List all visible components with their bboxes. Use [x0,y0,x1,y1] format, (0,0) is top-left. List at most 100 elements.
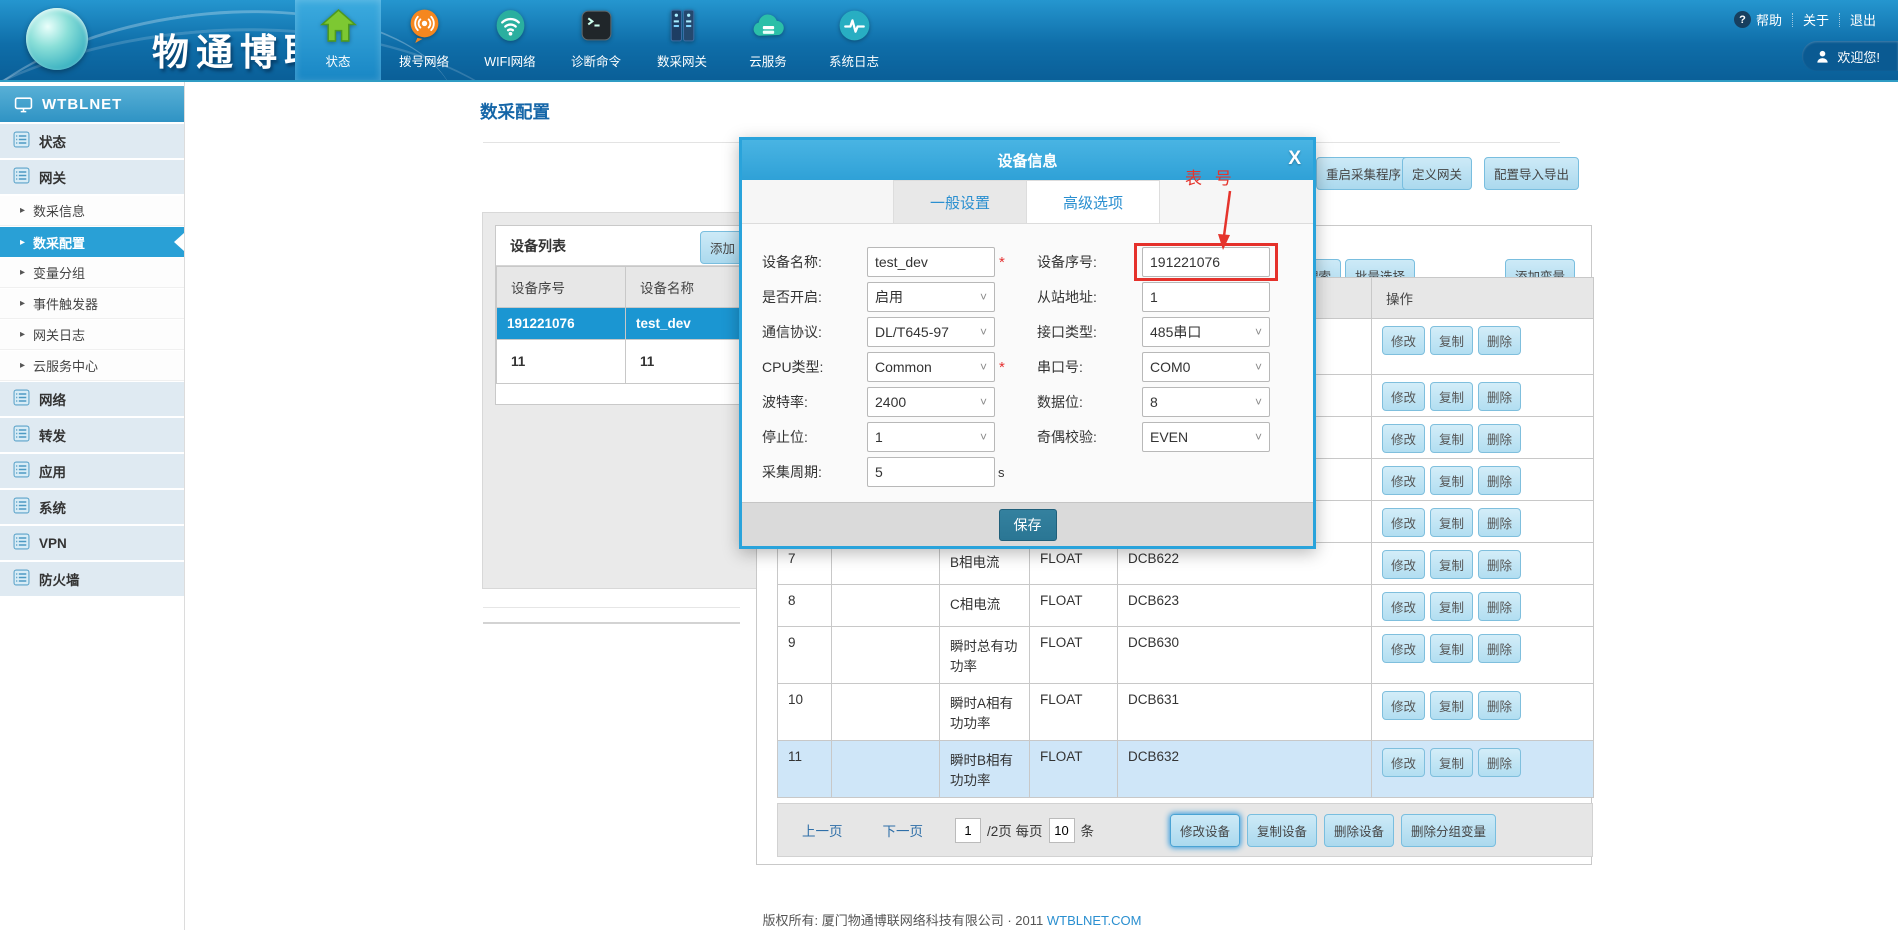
nav-tab-syslog[interactable]: 系统日志 [811,0,897,82]
variable-cell-type: FLOAT [1030,741,1118,798]
edit-device-button[interactable]: 修改设备 [1170,814,1240,847]
sidebar-subitem-变量分组[interactable]: ▸变量分组 [0,258,184,288]
nav-tab-gateway[interactable]: 数采网关 [639,0,725,82]
page-number-input[interactable] [955,818,981,843]
field-select[interactable]: 2400˅ [867,387,995,417]
copy-device-button[interactable]: 复制设备 [1247,814,1317,847]
sidebar-subitem-label: 网关日志 [33,325,85,344]
sidebar-subitem-数采配置[interactable]: ▸数采配置 [0,227,184,257]
field-select[interactable]: Common˅ [867,352,995,382]
variable-cell-blank [832,684,940,741]
unit-suffix: s [998,465,1005,480]
table-row[interactable]: 10瞬时A相有功功率FLOATDCB631修改复制删除 [778,684,1594,741]
nav-tab-label: 诊断命令 [553,51,639,70]
sidebar-subitem-数采信息[interactable]: ▸数采信息 [0,196,184,226]
sidebar-item-应用[interactable]: 应用 [0,454,184,488]
field-select[interactable]: 8˅ [1142,387,1270,417]
sidebar-subitem-网关日志[interactable]: ▸网关日志 [0,320,184,350]
sidebar-item-网络[interactable]: 网络 [0,382,184,416]
nav-tab-cloud[interactable]: 云服务 [725,0,811,82]
copy-row-button[interactable]: 复制 [1430,550,1473,579]
sidebar-item-网关[interactable]: 网关 [0,160,184,194]
edit-row-button[interactable]: 修改 [1382,382,1425,411]
wtblnet-link[interactable]: WTBLNET.COM [1047,913,1142,928]
edit-row-button[interactable]: 修改 [1382,508,1425,537]
copy-row-button[interactable]: 复制 [1430,466,1473,495]
nav-tab-diagnose[interactable]: 诊断命令 [553,0,639,82]
copy-row-button[interactable]: 复制 [1430,382,1473,411]
field-select[interactable]: 485串口˅ [1142,317,1270,347]
triangle-icon: ▸ [20,298,25,309]
edit-row-button[interactable]: 修改 [1382,326,1425,355]
field-input[interactable]: 5 [867,457,995,487]
edit-row-button[interactable]: 修改 [1382,592,1425,621]
save-button[interactable]: 保存 [999,509,1057,541]
footer: 版权所有: 厦门物通博联网络科技有限公司 · 2011 WTBLNET.COM [482,910,1422,929]
field-label: 波特率: [762,392,867,412]
field-select[interactable]: 启用˅ [867,282,995,312]
edit-row-button[interactable]: 修改 [1382,634,1425,663]
edit-row-button[interactable]: 修改 [1382,424,1425,453]
copy-row-button[interactable]: 复制 [1430,424,1473,453]
close-icon[interactable]: X [1288,148,1301,170]
sidebar-item-VPN[interactable]: VPN [0,526,184,560]
field-select[interactable]: COM0˅ [1142,352,1270,382]
sidebar-item-防火墙[interactable]: 防火墙 [0,562,184,596]
prev-page-link[interactable]: 上一页 [802,820,843,840]
row-actions: 修改复制删除 [1372,684,1594,741]
field-select[interactable]: EVEN˅ [1142,422,1270,452]
delete-row-button[interactable]: 删除 [1478,382,1521,411]
logout-link[interactable]: 退出 [1840,10,1886,29]
edit-row-button[interactable]: 修改 [1382,550,1425,579]
copy-row-button[interactable]: 复制 [1430,326,1473,355]
copy-row-button[interactable]: 复制 [1430,634,1473,663]
config-import-export-button[interactable]: 配置导入导出 [1484,157,1579,190]
delete-row-button[interactable]: 删除 [1478,466,1521,495]
copy-row-button[interactable]: 复制 [1430,508,1473,537]
page-size-input[interactable] [1049,818,1075,843]
delete-row-button[interactable]: 删除 [1478,508,1521,537]
delete-row-button[interactable]: 删除 [1478,748,1521,777]
sidebar-item-转发[interactable]: 转发 [0,418,184,452]
help-link[interactable]: ? 帮助 [1724,10,1792,29]
delete-row-button[interactable]: 删除 [1478,691,1521,720]
field-select[interactable]: DL/T645-97˅ [867,317,995,347]
nav-tab-wifi[interactable]: WIFI网络 [467,0,553,82]
copy-row-button[interactable]: 复制 [1430,592,1473,621]
delete-row-button[interactable]: 删除 [1478,424,1521,453]
sidebar-item-系统[interactable]: 系统 [0,490,184,524]
welcome-user-button[interactable]: 欢迎您! [1802,41,1898,71]
tab-advanced-options[interactable]: 高级选项 [1026,180,1160,223]
nav-tab-status[interactable]: 状态 [295,0,381,82]
field-input[interactable]: 1 [1142,282,1270,312]
variable-cell-addr: DCB632 [1118,741,1372,798]
field-select[interactable]: 1˅ [867,422,995,452]
table-row[interactable]: 11瞬时B相有功功率FLOATDCB632修改复制删除 [778,741,1594,798]
tab-general-settings[interactable]: 一般设置 [893,180,1027,223]
field-value: Common [875,359,976,375]
about-link[interactable]: 关于 [1793,10,1839,29]
edit-row-button[interactable]: 修改 [1382,748,1425,777]
delete-row-button[interactable]: 删除 [1478,634,1521,663]
field-value: 5 [875,464,987,480]
sidebar-subitem-事件触发器[interactable]: ▸事件触发器 [0,289,184,319]
sidebar-item-状态[interactable]: 状态 [0,124,184,158]
next-page-link[interactable]: 下一页 [883,820,924,840]
define-gateway-button[interactable]: 定义网关 [1402,157,1472,190]
field-input[interactable]: test_dev [867,247,995,277]
edit-row-button[interactable]: 修改 [1382,691,1425,720]
delete-device-button[interactable]: 删除设备 [1324,814,1394,847]
sidebar-subitem-云服务中心[interactable]: ▸云服务中心 [0,351,184,381]
edit-row-button[interactable]: 修改 [1382,466,1425,495]
nav-tab-dialup[interactable]: 拨号网络 [381,0,467,82]
delete-row-button[interactable]: 删除 [1478,592,1521,621]
table-row[interactable]: 9瞬时总有功功率FLOATDCB630修改复制删除 [778,627,1594,684]
delete-group-vars-button[interactable]: 删除分组变量 [1401,814,1496,847]
delete-row-button[interactable]: 删除 [1478,550,1521,579]
copy-row-button[interactable]: 复制 [1430,691,1473,720]
copy-row-button[interactable]: 复制 [1430,748,1473,777]
restart-collector-button[interactable]: 重启采集程序 [1316,157,1411,190]
delete-row-button[interactable]: 删除 [1478,326,1521,355]
table-row[interactable]: 8C相电流FLOATDCB623修改复制删除 [778,585,1594,627]
sidebar-item-label: VPN [39,536,67,551]
